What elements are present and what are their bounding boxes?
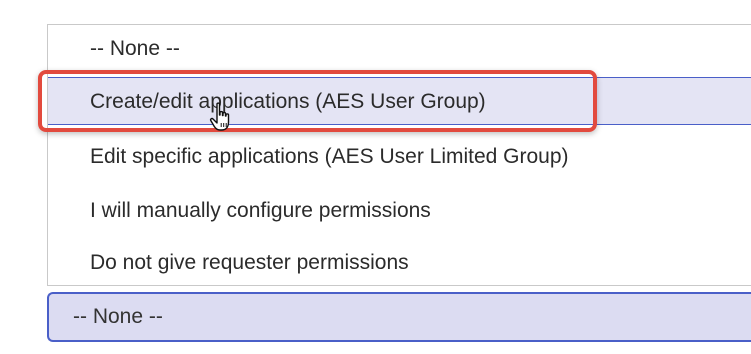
option-create-edit-applications[interactable]: Create/edit applications (AES User Group… bbox=[48, 77, 751, 125]
dropdown-options-list: -- None -- Create/edit applications (AES… bbox=[47, 24, 751, 286]
hand-pointer-icon bbox=[209, 102, 230, 131]
option-do-not-give-permissions[interactable]: Do not give requester permissions bbox=[48, 239, 751, 287]
option-none[interactable]: -- None -- bbox=[48, 25, 751, 73]
permissions-dropdown-stage: -- None -- Create/edit applications (AES… bbox=[0, 0, 751, 354]
permissions-select[interactable]: -- None -- bbox=[47, 292, 751, 342]
option-manually-configure-permissions[interactable]: I will manually configure permissions bbox=[48, 187, 751, 235]
option-edit-specific-applications[interactable]: Edit specific applications (AES User Lim… bbox=[48, 133, 751, 181]
